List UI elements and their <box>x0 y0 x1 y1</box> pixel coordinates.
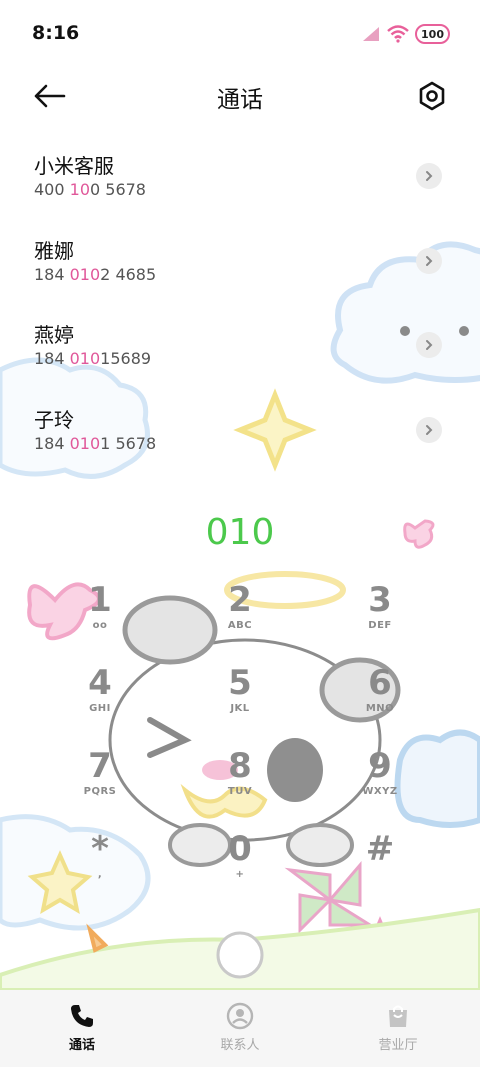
key-5[interactable]: 5 JKL <box>190 663 290 735</box>
dialed-number-display[interactable]: 010 <box>0 512 480 553</box>
nav-label: 联系人 <box>220 1038 260 1053</box>
settings-hexagon-icon <box>419 81 445 111</box>
settings-button[interactable] <box>412 76 452 116</box>
key-digit: 6 <box>368 663 392 703</box>
nav-item-service-hall[interactable]: 营业厅 <box>338 1002 458 1053</box>
key-digit: 5 <box>228 663 252 703</box>
key-3[interactable]: 3 DEF <box>330 580 430 652</box>
phone-icon <box>71 1005 93 1027</box>
key-letters: ABC <box>227 620 253 631</box>
key-4[interactable]: 4 GHI <box>50 663 150 735</box>
carrot-decoration <box>86 923 109 953</box>
key-2[interactable]: 2 ABC <box>190 580 290 652</box>
key-0[interactable]: 0 + <box>190 829 290 901</box>
chevron-right-icon <box>426 255 433 266</box>
contact-name: 雅娜 <box>34 238 74 263</box>
contact-detail-button[interactable] <box>416 247 442 274</box>
key-letters: JKL <box>230 703 250 714</box>
key-letters: MNO <box>365 703 395 714</box>
key-letters: + <box>235 869 245 880</box>
key-digit: # <box>365 829 395 869</box>
contact-name: 小米客服 <box>34 154 114 178</box>
key-1[interactable]: 1 oo <box>50 580 150 652</box>
shopping-bag-icon <box>389 1005 407 1027</box>
contact-number: 184 0102 4685 <box>34 264 157 284</box>
contact-number: 184 01015689 <box>34 349 152 368</box>
contact-detail-button[interactable] <box>416 332 442 358</box>
key-letters: TUV <box>227 786 253 797</box>
key-digit: 3 <box>368 580 392 620</box>
contact-row[interactable]: 雅娜 184 0102 4685 <box>0 221 480 306</box>
key-digit: 2 <box>228 580 252 620</box>
key-9[interactable]: 9 WXYZ <box>330 746 430 818</box>
wifi-icon <box>387 25 409 43</box>
contact-number: 184 0101 5678 <box>34 433 157 453</box>
key-letters: PQRS <box>83 786 117 797</box>
key-digit: 9 <box>368 746 392 786</box>
nav-item-calls[interactable]: 通话 <box>22 1002 142 1053</box>
key-digit: 0 <box>228 829 252 869</box>
key-8[interactable]: 8 TUV <box>190 746 290 818</box>
key-digit: 1 <box>88 580 112 620</box>
dial-keypad: 1 oo 2 ABC 3 DEF 4 GHI 5 JKL 6 MNO 7 PQR… <box>60 580 420 900</box>
contact-row[interactable]: 小米客服 400 100 5678 <box>0 136 480 221</box>
contact-suggestion-list: 小米客服 400 100 5678 雅娜 184 0102 4685 燕婷 18… <box>0 136 480 474</box>
key-letters: oo <box>92 620 108 631</box>
status-bar: 8:16 100 <box>0 0 480 68</box>
contact-detail-button[interactable] <box>416 163 442 189</box>
contact-row[interactable]: 子玲 184 0101 5678 <box>0 390 480 475</box>
key-7[interactable]: 7 PQRS <box>50 746 150 818</box>
contact-number: 400 100 5678 <box>34 180 146 199</box>
key-digit: 7 <box>88 746 112 786</box>
battery-indicator: 100 <box>415 24 450 44</box>
key-letters: GHI <box>89 703 111 714</box>
bottom-navigation: 通话 联系人 营业厅 <box>0 990 480 1067</box>
chevron-right-icon <box>426 171 433 181</box>
contact-name: 燕婷 <box>34 323 74 347</box>
status-icons: 100 <box>361 22 450 46</box>
header: 通话 <box>0 68 480 124</box>
contact-name: 子玲 <box>34 407 74 432</box>
chevron-right-icon <box>426 340 433 350</box>
chevron-right-icon <box>426 424 433 435</box>
status-time: 8:16 <box>32 22 80 44</box>
key-hash[interactable]: # <box>330 829 430 901</box>
key-star[interactable]: * , <box>50 829 150 901</box>
person-icon <box>226 1002 254 1030</box>
page-title: 通话 <box>217 87 263 113</box>
key-digit: 8 <box>228 746 252 786</box>
key-6[interactable]: 6 MNO <box>330 663 430 735</box>
key-letters: WXYZ <box>362 786 398 797</box>
key-digit: 4 <box>88 663 112 703</box>
nav-label: 营业厅 <box>378 1038 418 1053</box>
cellular-signal-icon <box>363 27 380 41</box>
key-letters: , <box>97 869 103 880</box>
bunny-decoration <box>216 931 264 979</box>
contact-detail-button[interactable] <box>416 416 442 443</box>
contact-row[interactable]: 燕婷 184 01015689 <box>0 305 480 390</box>
nav-item-contacts[interactable]: 联系人 <box>180 1002 300 1053</box>
nav-label: 通话 <box>68 1038 95 1053</box>
key-digit: * <box>91 829 109 869</box>
key-letters: DEF <box>368 620 392 631</box>
